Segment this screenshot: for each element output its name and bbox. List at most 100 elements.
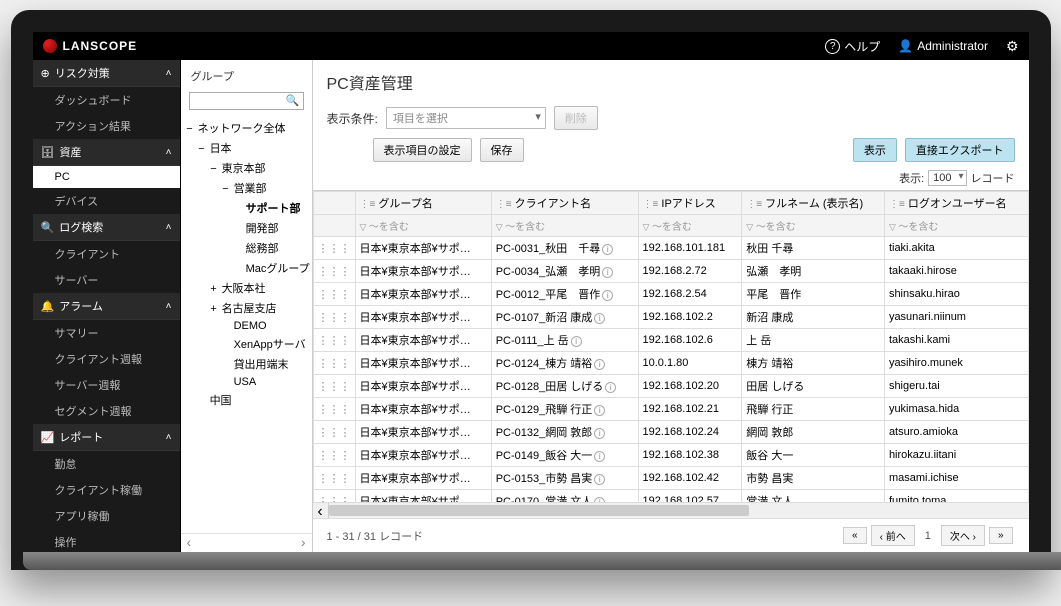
col-header[interactable]: ⋮≡ クライアント名 [491, 192, 638, 215]
col-filter[interactable]: ～を含む [742, 215, 885, 237]
tree-toggle-icon[interactable]: − [197, 143, 207, 155]
table-row[interactable]: ⋮⋮⋮ 日本¥東京本部¥サポ… PC-0124_棟方 靖裕i 10.0.1.80… [313, 352, 1028, 375]
table-row[interactable]: ⋮⋮⋮ 日本¥東京本部¥サポ… PC-0153_市勢 昌実i 192.168.1… [313, 467, 1028, 490]
nav-item[interactable]: デバイス [33, 188, 180, 214]
tree-node[interactable]: − 東京本部 [185, 158, 308, 178]
search-icon[interactable]: 🔍 [286, 94, 300, 107]
row-handle-icon[interactable]: ⋮⋮⋮ [313, 237, 355, 260]
tree-toggle-icon[interactable]: + [209, 283, 219, 295]
help-link[interactable]: ヘルプ [825, 38, 880, 55]
info-icon[interactable]: i [594, 359, 605, 370]
nav-item[interactable]: クライアント稼働 [33, 477, 180, 503]
table-row[interactable]: ⋮⋮⋮ 日本¥東京本部¥サポ… PC-0128_田居 しげるi 192.168.… [313, 375, 1028, 398]
user-menu[interactable]: Administrator [898, 39, 988, 53]
table-row[interactable]: ⋮⋮⋮ 日本¥東京本部¥サポ… PC-0170_常満 文人i 192.168.1… [313, 490, 1028, 503]
settings-button[interactable] [1006, 38, 1019, 55]
show-button[interactable]: 表示 [853, 138, 897, 162]
table-row[interactable]: ⋮⋮⋮ 日本¥東京本部¥サポ… PC-0111_上 岳i 192.168.102… [313, 329, 1028, 352]
col-filter[interactable]: ～を含む [491, 215, 638, 237]
info-icon[interactable]: i [594, 428, 605, 439]
col-menu-icon[interactable]: ⋮≡ [360, 199, 376, 210]
row-handle-icon[interactable]: ⋮⋮⋮ [313, 306, 355, 329]
info-icon[interactable]: i [594, 474, 605, 485]
row-handle-icon[interactable]: ⋮⋮⋮ [313, 260, 355, 283]
col-header[interactable]: ⋮≡ フルネーム (表示名) [742, 192, 885, 215]
col-menu-icon[interactable]: ⋮≡ [889, 199, 905, 210]
tree-next[interactable]: › [301, 534, 306, 550]
pager-prev[interactable]: ‹ 前へ [871, 525, 915, 546]
nav-item[interactable]: PC [33, 166, 180, 188]
nav-section[interactable]: 🔔アラーム˄ [33, 293, 180, 320]
pager-first[interactable]: « [843, 527, 867, 544]
nav-item[interactable]: サーバー週報 [33, 372, 180, 398]
nav-item[interactable]: クライアント [33, 241, 180, 267]
tree-toggle-icon[interactable]: + [209, 303, 219, 315]
tree-node[interactable]: 総務部 [185, 238, 308, 258]
row-handle-icon[interactable]: ⋮⋮⋮ [313, 283, 355, 306]
table-row[interactable]: ⋮⋮⋮ 日本¥東京本部¥サポ… PC-0132_網岡 敦郎i 192.168.1… [313, 421, 1028, 444]
nav-section[interactable]: 📈レポート˄ [33, 424, 180, 451]
nav-section[interactable]: 🔍ログ検索˄ [33, 214, 180, 241]
nav-item[interactable]: アプリ稼働 [33, 503, 180, 529]
col-header[interactable]: ⋮≡ IPアドレス [638, 192, 742, 215]
row-handle-icon[interactable]: ⋮⋮⋮ [313, 467, 355, 490]
table-row[interactable]: ⋮⋮⋮ 日本¥東京本部¥サポ… PC-0034_弘瀬 孝明i 192.168.2… [313, 260, 1028, 283]
nav-item[interactable]: 勤怠 [33, 451, 180, 477]
nav-item[interactable]: クライアント週報 [33, 346, 180, 372]
row-handle-icon[interactable]: ⋮⋮⋮ [313, 352, 355, 375]
col-header[interactable]: ⋮≡ ログオンユーザー名 [884, 192, 1028, 215]
pager-last[interactable]: » [989, 527, 1013, 544]
nav-item[interactable]: セグメント週報 [33, 398, 180, 424]
tree-prev[interactable]: ‹ [187, 534, 192, 550]
col-filter[interactable]: ～を含む [355, 215, 491, 237]
tree-node[interactable]: + 大阪本社 [185, 278, 308, 298]
info-icon[interactable]: i [602, 267, 613, 278]
table-row[interactable]: ⋮⋮⋮ 日本¥東京本部¥サポ… PC-0149_飯谷 大一i 192.168.1… [313, 444, 1028, 467]
row-handle-icon[interactable]: ⋮⋮⋮ [313, 375, 355, 398]
tree-node[interactable]: 中国 [185, 390, 308, 410]
col-filter[interactable]: ～を含む [638, 215, 742, 237]
col-header[interactable]: ⋮≡ グループ名 [355, 192, 491, 215]
table-row[interactable]: ⋮⋮⋮ 日本¥東京本部¥サポ… PC-0012_平尾 晋作i 192.168.2… [313, 283, 1028, 306]
col-menu-icon[interactable]: ⋮≡ [496, 199, 512, 210]
export-button[interactable]: 直接エクスポート [905, 138, 1015, 162]
nav-item[interactable]: サマリー [33, 320, 180, 346]
info-icon[interactable]: i [605, 382, 616, 393]
row-handle-icon[interactable]: ⋮⋮⋮ [313, 398, 355, 421]
filter-select[interactable]: 項目を選択 [386, 107, 546, 129]
h-scrollbar[interactable]: ‹ [313, 502, 1029, 518]
nav-item[interactable]: サーバー [33, 267, 180, 293]
info-icon[interactable]: i [594, 405, 605, 416]
info-icon[interactable]: i [602, 244, 613, 255]
row-handle-icon[interactable]: ⋮⋮⋮ [313, 329, 355, 352]
info-icon[interactable]: i [594, 313, 605, 324]
tree-toggle-icon[interactable]: − [221, 183, 231, 195]
tree-node[interactable]: − 日本 [185, 138, 308, 158]
tree-node[interactable]: 貸出用端末 [185, 354, 308, 374]
tree-node[interactable]: Macグループ [185, 258, 308, 278]
col-menu-icon[interactable]: ⋮≡ [746, 199, 762, 210]
tree-toggle-icon[interactable]: − [209, 163, 219, 175]
tree-node[interactable]: USA [185, 374, 308, 390]
nav-item[interactable]: 操作 [33, 529, 180, 552]
col-filter[interactable]: ～を含む [884, 215, 1028, 237]
nav-section[interactable]: ⊕リスク対策˄ [33, 60, 180, 87]
info-icon[interactable]: i [594, 451, 605, 462]
tree-node[interactable]: − 営業部 [185, 178, 308, 198]
table-row[interactable]: ⋮⋮⋮ 日本¥東京本部¥サポ… PC-0031_秋田 千尋i 192.168.1… [313, 237, 1028, 260]
tree-toggle-icon[interactable]: − [185, 123, 195, 135]
nav-item[interactable]: ダッシュボード [33, 87, 180, 113]
columns-button[interactable]: 表示項目の設定 [373, 138, 472, 162]
col-menu-icon[interactable]: ⋮≡ [643, 199, 659, 210]
tree-node[interactable]: 開発部 [185, 218, 308, 238]
tree-node[interactable]: DEMO [185, 318, 308, 334]
nav-section[interactable]: 🗄資産˄ [33, 139, 180, 166]
tree-node[interactable]: XenAppサーバ [185, 334, 308, 354]
table-row[interactable]: ⋮⋮⋮ 日本¥東京本部¥サポ… PC-0129_飛騨 行正i 192.168.1… [313, 398, 1028, 421]
info-icon[interactable]: i [571, 336, 582, 347]
info-icon[interactable]: i [602, 290, 613, 301]
tree-node[interactable]: + 名古屋支店 [185, 298, 308, 318]
pager-next[interactable]: 次へ › [941, 525, 985, 546]
row-handle-icon[interactable]: ⋮⋮⋮ [313, 421, 355, 444]
records-select[interactable]: 100 [928, 170, 966, 186]
